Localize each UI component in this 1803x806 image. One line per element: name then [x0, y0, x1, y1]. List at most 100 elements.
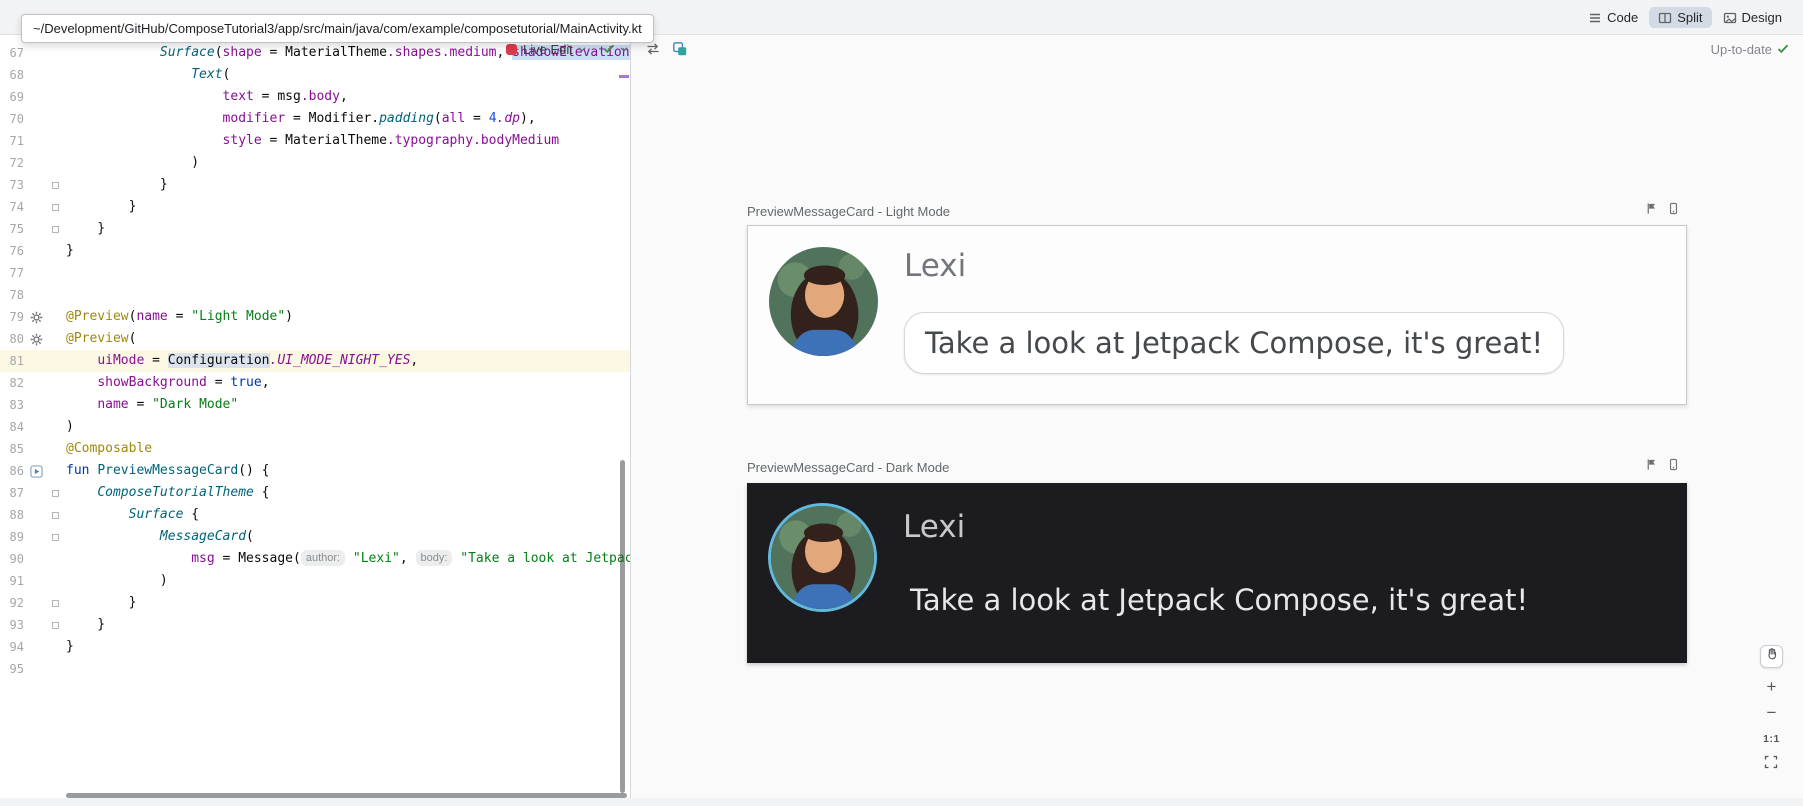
view-mode-split-button[interactable]: Split — [1649, 7, 1711, 28]
line-number[interactable]: 80 — [0, 328, 24, 350]
fold-marker-slot[interactable] — [52, 196, 61, 218]
line-number[interactable]: 82 — [0, 372, 24, 394]
pan-button[interactable] — [1760, 645, 1783, 668]
run-preview-icon[interactable] — [1667, 202, 1680, 220]
code-line[interactable]: 83 name = "Dark Mode" — [0, 394, 630, 416]
avatar — [769, 247, 878, 356]
line-number[interactable]: 85 — [0, 438, 24, 460]
code-line[interactable]: 68 Text( — [0, 64, 630, 86]
live-edit-dropdown-button[interactable] — [578, 47, 586, 52]
interactive-mode-icon[interactable] — [1645, 202, 1658, 220]
fold-marker-slot[interactable] — [52, 218, 61, 240]
code-line[interactable]: 85@Composable — [0, 438, 630, 460]
line-number[interactable]: 72 — [0, 152, 24, 174]
code-line[interactable]: 74 } — [0, 196, 630, 218]
file-path-breadcrumb[interactable]: ~/Development/GitHub/ComposeTutorial3/ap… — [21, 14, 654, 43]
code-line[interactable]: 93 } — [0, 614, 630, 636]
line-number[interactable]: 68 — [0, 64, 24, 86]
code-line[interactable]: 88 Surface { — [0, 504, 630, 526]
code-line[interactable]: 92 } — [0, 592, 630, 614]
line-number[interactable]: 77 — [0, 262, 24, 284]
design-icon — [1723, 11, 1737, 25]
line-number[interactable]: 94 — [0, 636, 24, 658]
code-line[interactable]: 79 @Preview(name = "Light Mode") — [0, 306, 630, 328]
code-line[interactable]: 77 — [0, 262, 630, 284]
line-number[interactable]: 88 — [0, 504, 24, 526]
interactive-mode-icon[interactable] — [1645, 458, 1658, 476]
editor-preview-splitter[interactable] — [630, 35, 631, 806]
code-line[interactable]: 94} — [0, 636, 630, 658]
line-number[interactable]: 79 — [0, 306, 24, 328]
line-number[interactable]: 75 — [0, 218, 24, 240]
line-number[interactable]: 86 — [0, 460, 24, 482]
code-line[interactable]: 87 ComposeTutorialTheme { — [0, 482, 630, 504]
zoom-fit-button[interactable] — [1764, 755, 1778, 769]
code-token: = — [254, 89, 277, 104]
code-line[interactable]: 80@Preview( — [0, 328, 630, 350]
code-editor[interactable]: 67 Surface(shape = MaterialTheme.shapes.… — [0, 35, 630, 806]
code-token: = — [168, 309, 191, 324]
zoom-out-button[interactable]: − — [1760, 702, 1783, 724]
code-line[interactable]: 86fun PreviewMessageCard() { — [0, 460, 630, 482]
build-status-dropdown-button[interactable] — [620, 47, 628, 52]
line-number[interactable]: 95 — [0, 658, 24, 680]
preview-card-light[interactable]: Lexi Take a look at Jetpack Compose, it'… — [747, 225, 1687, 405]
fold-marker-slot — [52, 152, 61, 174]
fold-marker-slot[interactable] — [52, 174, 61, 196]
line-number[interactable]: 83 — [0, 394, 24, 416]
code-line[interactable]: 82 showBackground = true, — [0, 372, 630, 394]
code-line[interactable]: 70 modifier = Modifier.padding(all = 4.d… — [0, 108, 630, 130]
code-line[interactable]: 75 } — [0, 218, 630, 240]
line-number[interactable]: 73 — [0, 174, 24, 196]
line-number[interactable]: 78 — [0, 284, 24, 306]
fold-marker-slot[interactable] — [52, 526, 61, 548]
editor-vertical-scrollbar[interactable] — [620, 460, 625, 793]
build-refresh-icon[interactable] — [645, 41, 661, 57]
view-mode-code-button[interactable]: Code — [1579, 7, 1647, 28]
line-number[interactable]: 70 — [0, 108, 24, 130]
line-number[interactable]: 74 — [0, 196, 24, 218]
code-line[interactable]: 90 msg = Message(author: "Lexi", body: "… — [0, 548, 630, 570]
line-number[interactable]: 67 — [0, 42, 24, 64]
code-line[interactable]: 73 } — [0, 174, 630, 196]
fold-marker-slot[interactable] — [52, 504, 61, 526]
fold-marker-slot[interactable] — [52, 614, 61, 636]
code-line[interactable]: 84) — [0, 416, 630, 438]
zoom-in-button[interactable]: + — [1760, 676, 1783, 698]
run-preview-gutter-icon — [30, 465, 43, 478]
line-number[interactable]: 69 — [0, 86, 24, 108]
line-number[interactable]: 71 — [0, 130, 24, 152]
run-preview-icon[interactable] — [1667, 458, 1680, 476]
line-number[interactable]: 91 — [0, 570, 24, 592]
code-line[interactable]: 76} — [0, 240, 630, 262]
code-line[interactable]: 81 uiMode = Configuration.UI_MODE_NIGHT_… — [0, 350, 630, 372]
line-number[interactable]: 84 — [0, 416, 24, 438]
line-number[interactable]: 90 — [0, 548, 24, 570]
line-number[interactable]: 76 — [0, 240, 24, 262]
preview-settings-gutter-button[interactable] — [28, 306, 44, 328]
line-number[interactable]: 87 — [0, 482, 24, 504]
code-line[interactable]: 78 — [0, 284, 630, 306]
code-line[interactable]: 95 — [0, 658, 630, 680]
line-number[interactable]: 92 — [0, 592, 24, 614]
line-number[interactable]: 81 — [0, 350, 24, 372]
fold-marker-slot[interactable] — [52, 482, 61, 504]
code-line[interactable]: 91 ) — [0, 570, 630, 592]
code-token — [66, 67, 191, 82]
view-mode-design-button[interactable]: Design — [1714, 7, 1791, 28]
fold-marker-slot[interactable] — [52, 592, 61, 614]
gutter-icon-slot — [28, 394, 44, 416]
code-line[interactable]: 71 style = MaterialTheme.typography.body… — [0, 130, 630, 152]
code-text: @Preview(name = "Light Mode") — [66, 306, 293, 328]
line-number[interactable]: 93 — [0, 614, 24, 636]
preview-card-dark[interactable]: Lexi Take a look at Jetpack Compose, it'… — [747, 483, 1687, 663]
code-line[interactable]: 72 ) — [0, 152, 630, 174]
ui-check-icon[interactable] — [672, 41, 688, 57]
run-preview-gutter-button[interactable] — [28, 460, 44, 482]
zoom-actual-button[interactable]: 1:1 — [1760, 732, 1783, 746]
code-token: { — [183, 507, 199, 522]
preview-settings-gutter-button[interactable] — [28, 328, 44, 350]
line-number[interactable]: 89 — [0, 526, 24, 548]
code-line[interactable]: 89 MessageCard( — [0, 526, 630, 548]
code-line[interactable]: 69 text = msg.body, — [0, 86, 630, 108]
